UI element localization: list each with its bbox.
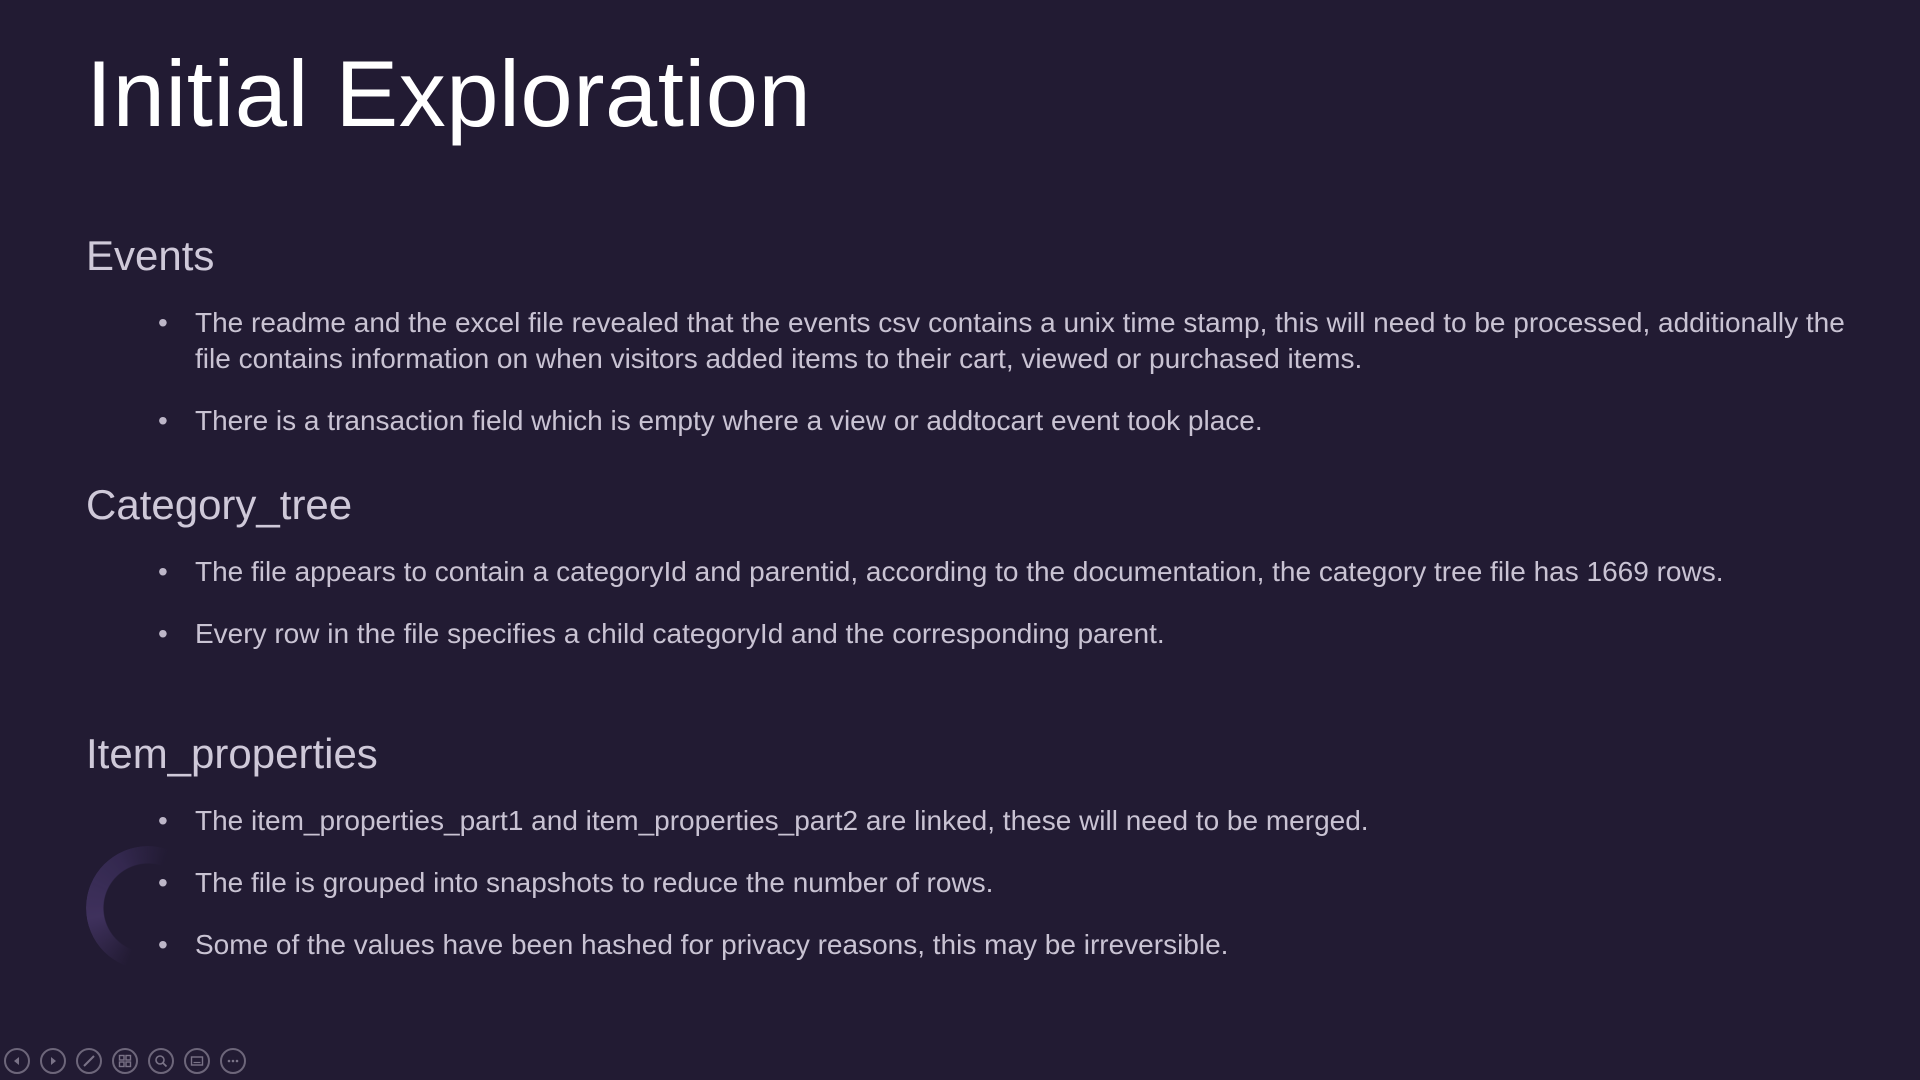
bullet-dot: • (158, 804, 168, 836)
pen-tool-button[interactable] (76, 1048, 102, 1074)
subtitles-icon (190, 1054, 204, 1068)
next-icon (48, 1056, 58, 1066)
section-heading-events: Events (86, 232, 215, 279)
slide-title: Initial Exploration (86, 41, 812, 146)
bullet-dot: • (158, 928, 168, 960)
bullet-text: The file is grouped into snapshots to re… (195, 866, 994, 898)
bullet-list-events: • The readme and the excel file revealed… (86, 305, 1846, 439)
bullet-item: • The file is grouped into snapshots to … (86, 865, 1846, 901)
section-item-properties: Item_properties • The item_properties_pa… (86, 728, 1846, 963)
bullet-dot: • (158, 866, 168, 898)
bullet-text: The file appears to contain a categoryId… (195, 555, 1724, 587)
bullet-dot: • (158, 404, 168, 436)
previous-icon (12, 1056, 22, 1066)
bullet-text: The readme and the excel file revealed t… (195, 306, 1845, 374)
section-heading-category-tree: Category_tree (86, 481, 353, 528)
bullet-text: Every row in the file specifies a child … (195, 617, 1165, 649)
slides-grid-icon (118, 1054, 132, 1068)
bullet-dot: • (158, 617, 168, 649)
section-category-tree: Category_tree • The file appears to cont… (86, 479, 1846, 652)
bullet-list-category-tree: • The file appears to contain a category… (86, 554, 1846, 652)
next-slide-button[interactable] (40, 1048, 66, 1074)
bullet-text: Some of the values have been hashed for … (195, 928, 1229, 960)
bullet-list-item-properties: • The item_properties_part1 and item_pro… (86, 803, 1846, 963)
bullet-item: • There is a transaction field which is … (86, 403, 1846, 439)
bullet-dot: • (158, 306, 168, 338)
zoom-button[interactable] (148, 1048, 174, 1074)
subtitles-button[interactable] (184, 1048, 210, 1074)
bullet-text: The item_properties_part1 and item_prope… (195, 804, 1369, 836)
more-options-icon (226, 1054, 240, 1068)
bullet-item: • Every row in the file specifies a chil… (86, 616, 1846, 652)
bullet-item: • The file appears to contain a category… (86, 554, 1846, 590)
pen-icon (82, 1054, 96, 1068)
bullet-dot: • (158, 555, 168, 587)
bullet-item: • The readme and the excel file revealed… (86, 305, 1846, 377)
section-events: Events • The readme and the excel file r… (86, 230, 1846, 439)
section-heading-item-properties: Item_properties (86, 730, 378, 777)
presenter-toolbar (4, 1048, 246, 1074)
bullet-text: There is a transaction field which is em… (195, 404, 1263, 436)
zoom-icon (154, 1054, 168, 1068)
previous-slide-button[interactable] (4, 1048, 30, 1074)
bullet-item: • Some of the values have been hashed fo… (86, 927, 1846, 963)
bullet-item: • The item_properties_part1 and item_pro… (86, 803, 1846, 839)
more-options-button[interactable] (220, 1048, 246, 1074)
see-all-slides-button[interactable] (112, 1048, 138, 1074)
slide: Initial Exploration Events • The readme … (0, 0, 1920, 1080)
